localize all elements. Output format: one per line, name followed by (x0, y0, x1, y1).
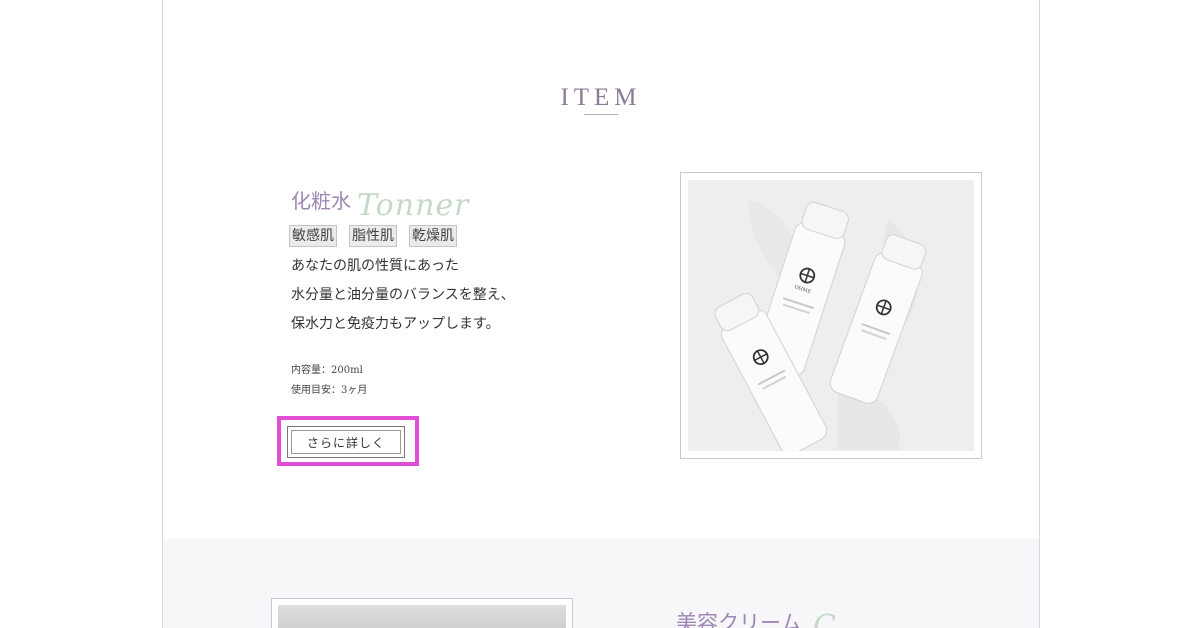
next-product-title: 美容クリーム (676, 611, 802, 628)
next-product-section: 美容クリーム C (163, 539, 1039, 628)
next-product-image (271, 598, 573, 628)
tag-oily-skin: 脂性肌 (349, 225, 397, 247)
more-details-button[interactable]: さらに詳しく (287, 426, 405, 458)
more-details-button-label: さらに詳しく (291, 430, 401, 454)
section-title: ITEM (560, 84, 642, 111)
spec-volume: 内容量：200ml (291, 365, 363, 376)
spec-usage: 使用目安：3ヶ月 (291, 385, 368, 396)
tag-dry-skin: 乾燥肌 (409, 225, 457, 247)
description-line: 水分量と油分量のバランスを整え、 (291, 287, 515, 303)
page-container: ITEM 化粧水 Tonner 敏感肌 脂性肌 乾燥肌 あなたの肌の性質にあった… (162, 0, 1040, 628)
skin-type-tags: 敏感肌 脂性肌 乾燥肌 (289, 225, 457, 247)
product-photo: OHME (688, 180, 974, 451)
section-title-underline (584, 114, 618, 115)
product-script-title: Tonner (357, 188, 470, 223)
description-line: 保水力と免疫力もアップします。 (291, 316, 500, 332)
product-specs: 内容量：200ml 使用目安：3ヶ月 (291, 361, 367, 401)
description-line: あなたの肌の性質にあった (291, 258, 459, 274)
product-image: OHME (680, 172, 982, 459)
tag-sensitive-skin: 敏感肌 (289, 225, 337, 247)
product-title: 化粧水 (291, 189, 351, 213)
next-product-photo (278, 605, 566, 628)
product-description: あなたの肌の性質にあった 水分量と油分量のバランスを整え、 保水力と免疫力もアッ… (291, 252, 515, 339)
next-product-script-title: C (813, 609, 836, 628)
